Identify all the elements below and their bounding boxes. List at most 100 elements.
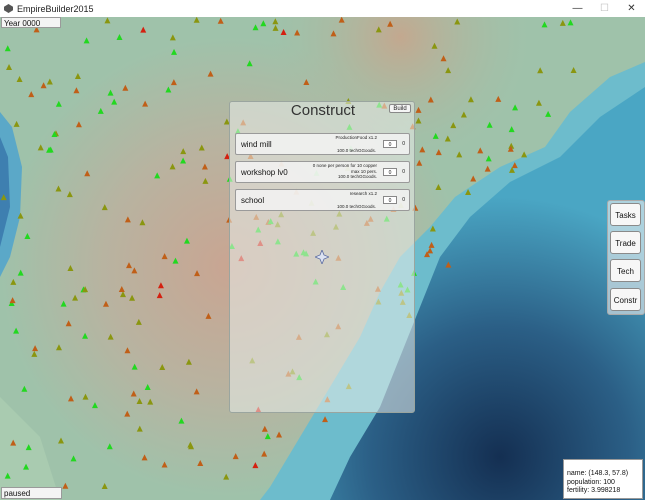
desc-line: 100.0 techGGoods. [337,174,377,179]
tree-icon [232,453,239,460]
tree-icon [276,431,283,438]
tree-icon [198,144,205,151]
tree-icon [75,121,82,128]
desc-line: max 10 pers. [350,168,377,174]
tree-icon [97,107,104,114]
construct-item-wind-mill[interactable]: wind mill ProductionFood x1.2 100.0 tech… [235,133,410,155]
trade-button[interactable]: Trade [610,231,641,254]
tree-icon [537,67,544,74]
tree-icon [122,84,129,91]
item-description: ProductionFood x1.2 [335,135,377,140]
tree-icon [261,425,268,432]
tree-icon [104,17,111,24]
tree-icon [37,144,44,151]
tree-icon [444,135,451,142]
item-quantity-input[interactable]: 0 [383,168,397,176]
item-description: 0 none per person for 10 copper max 10 p… [313,163,377,180]
tree-icon [17,212,24,219]
close-button[interactable]: ✕ [618,0,645,17]
tree-icon [246,60,253,67]
tree-icon [70,455,77,462]
status-display: paused [1,487,62,499]
item-built-count: 0 [402,197,405,203]
tree-icon [170,79,177,86]
item-description: research x1.2 [349,191,377,196]
tree-icon [169,34,176,41]
tree-icon [272,18,279,25]
tree-icon [6,64,13,71]
build-button[interactable]: Build [389,104,411,113]
item-built-count: 0 [402,169,405,175]
maximize-button[interactable]: ☐ [591,0,618,17]
tree-icon [432,132,439,139]
tree-icon [183,237,190,244]
info-name: name: (148.3, 57.8) [567,470,629,477]
info-population: population: 100 [567,478,615,486]
tree-icon [32,345,39,352]
minimize-button[interactable]: — [564,0,591,17]
tree-icon [205,312,212,319]
tree-icon [154,172,161,179]
tree-icon [387,20,394,27]
tree-icon [62,482,69,489]
tree-icon [84,170,91,177]
tree-icon [21,385,28,392]
tree-icon [23,463,30,470]
tree-icon [60,300,67,307]
tree-icon [130,390,137,397]
tree-icon [207,70,214,77]
tree-icon [107,89,114,96]
tech-button[interactable]: Tech [610,259,641,282]
tasks-button[interactable]: Tasks [610,203,641,226]
tree-icon [16,76,23,83]
tree-icon [171,48,178,55]
tree-icon [541,21,548,28]
tree-icon [106,443,113,450]
tree-icon [415,117,422,124]
tree-icon [131,363,138,370]
tree-icon [73,87,80,94]
tree-icon [66,191,73,198]
tree-icon [330,30,337,37]
tree-icon [435,183,442,190]
item-quantity-input[interactable]: 0 [383,140,397,148]
tree-icon [125,262,132,269]
tree-icon [140,26,147,33]
tree-icon [111,98,118,105]
tree-icon [217,17,224,24]
tree-icon [375,26,382,33]
tree-icon [0,194,7,201]
tree-icon [484,165,491,172]
tree-icon [440,55,447,62]
construct-button[interactable]: Constr [610,288,641,311]
construct-item-school[interactable]: school research x1.2 100.0 techGGoods. 0… [235,189,410,211]
tree-icon [9,297,16,304]
desc-line: 0 none per person for 10 copper [312,163,377,168]
tree-icon [139,219,146,226]
tree-icon [40,82,47,89]
tree-icon [223,473,230,480]
tree-icon [435,149,442,156]
tree-icon [202,177,209,184]
tree-icon [495,95,502,102]
tree-icon [118,285,125,292]
tree-icon [141,454,148,461]
tree-icon [136,425,143,432]
item-name: school [241,196,265,205]
tree-icon [570,66,577,73]
tree-icon [147,398,154,405]
window-title: EmpireBuilder2015 [17,3,94,14]
tree-icon [445,261,452,268]
title-bar: EmpireBuilder2015 — ☐ ✕ [0,0,645,17]
tree-icon [294,29,301,36]
tree-icon [185,358,192,365]
tree-icon [159,363,166,370]
tree-icon [431,42,438,49]
tree-icon [135,318,142,325]
tree-icon [508,126,515,133]
construct-item-workshop[interactable]: workshop lv0 0 none per person for 10 co… [235,161,410,183]
item-quantity-input[interactable]: 0 [383,196,397,204]
tree-icon [169,163,176,170]
tree-icon [67,395,74,402]
tree-icon [4,45,11,52]
